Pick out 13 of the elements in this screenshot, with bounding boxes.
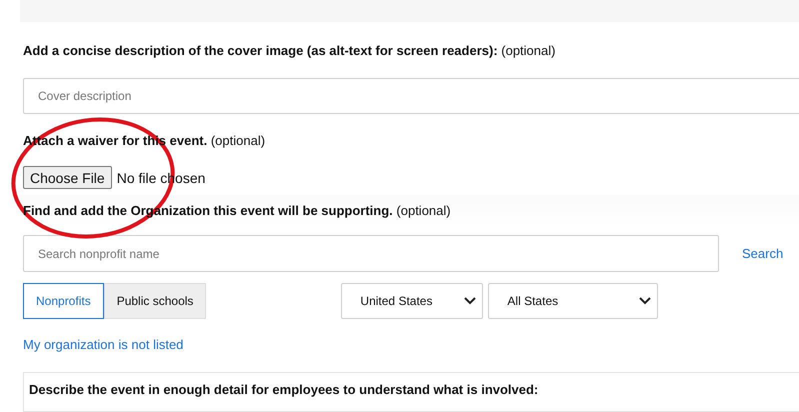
not-listed-link[interactable]: My organization is not listed <box>23 337 799 352</box>
category-tab[interactable]: Nonprofits <box>23 283 104 319</box>
field-label: Describe the event in enough detail for employees to understand what is involved: <box>29 382 538 397</box>
cover-description-field[interactable]: Cover description <box>23 78 799 114</box>
chevron-icon <box>464 297 476 305</box>
category-tab[interactable]: Public schools <box>104 283 206 319</box>
chevron-icon <box>639 297 652 305</box>
search-field[interactable]: Search nonprofit name <box>23 235 719 272</box>
choose-file-button[interactable]: Choose File <box>23 166 112 189</box>
country-select[interactable]: United States <box>341 283 484 319</box>
state-select[interactable]: All States <box>488 283 658 319</box>
search-link[interactable]: Search <box>742 246 784 261</box>
field-label: Add a concise description of the cover image (as alt-text for screen readers): (optional) <box>23 43 556 58</box>
